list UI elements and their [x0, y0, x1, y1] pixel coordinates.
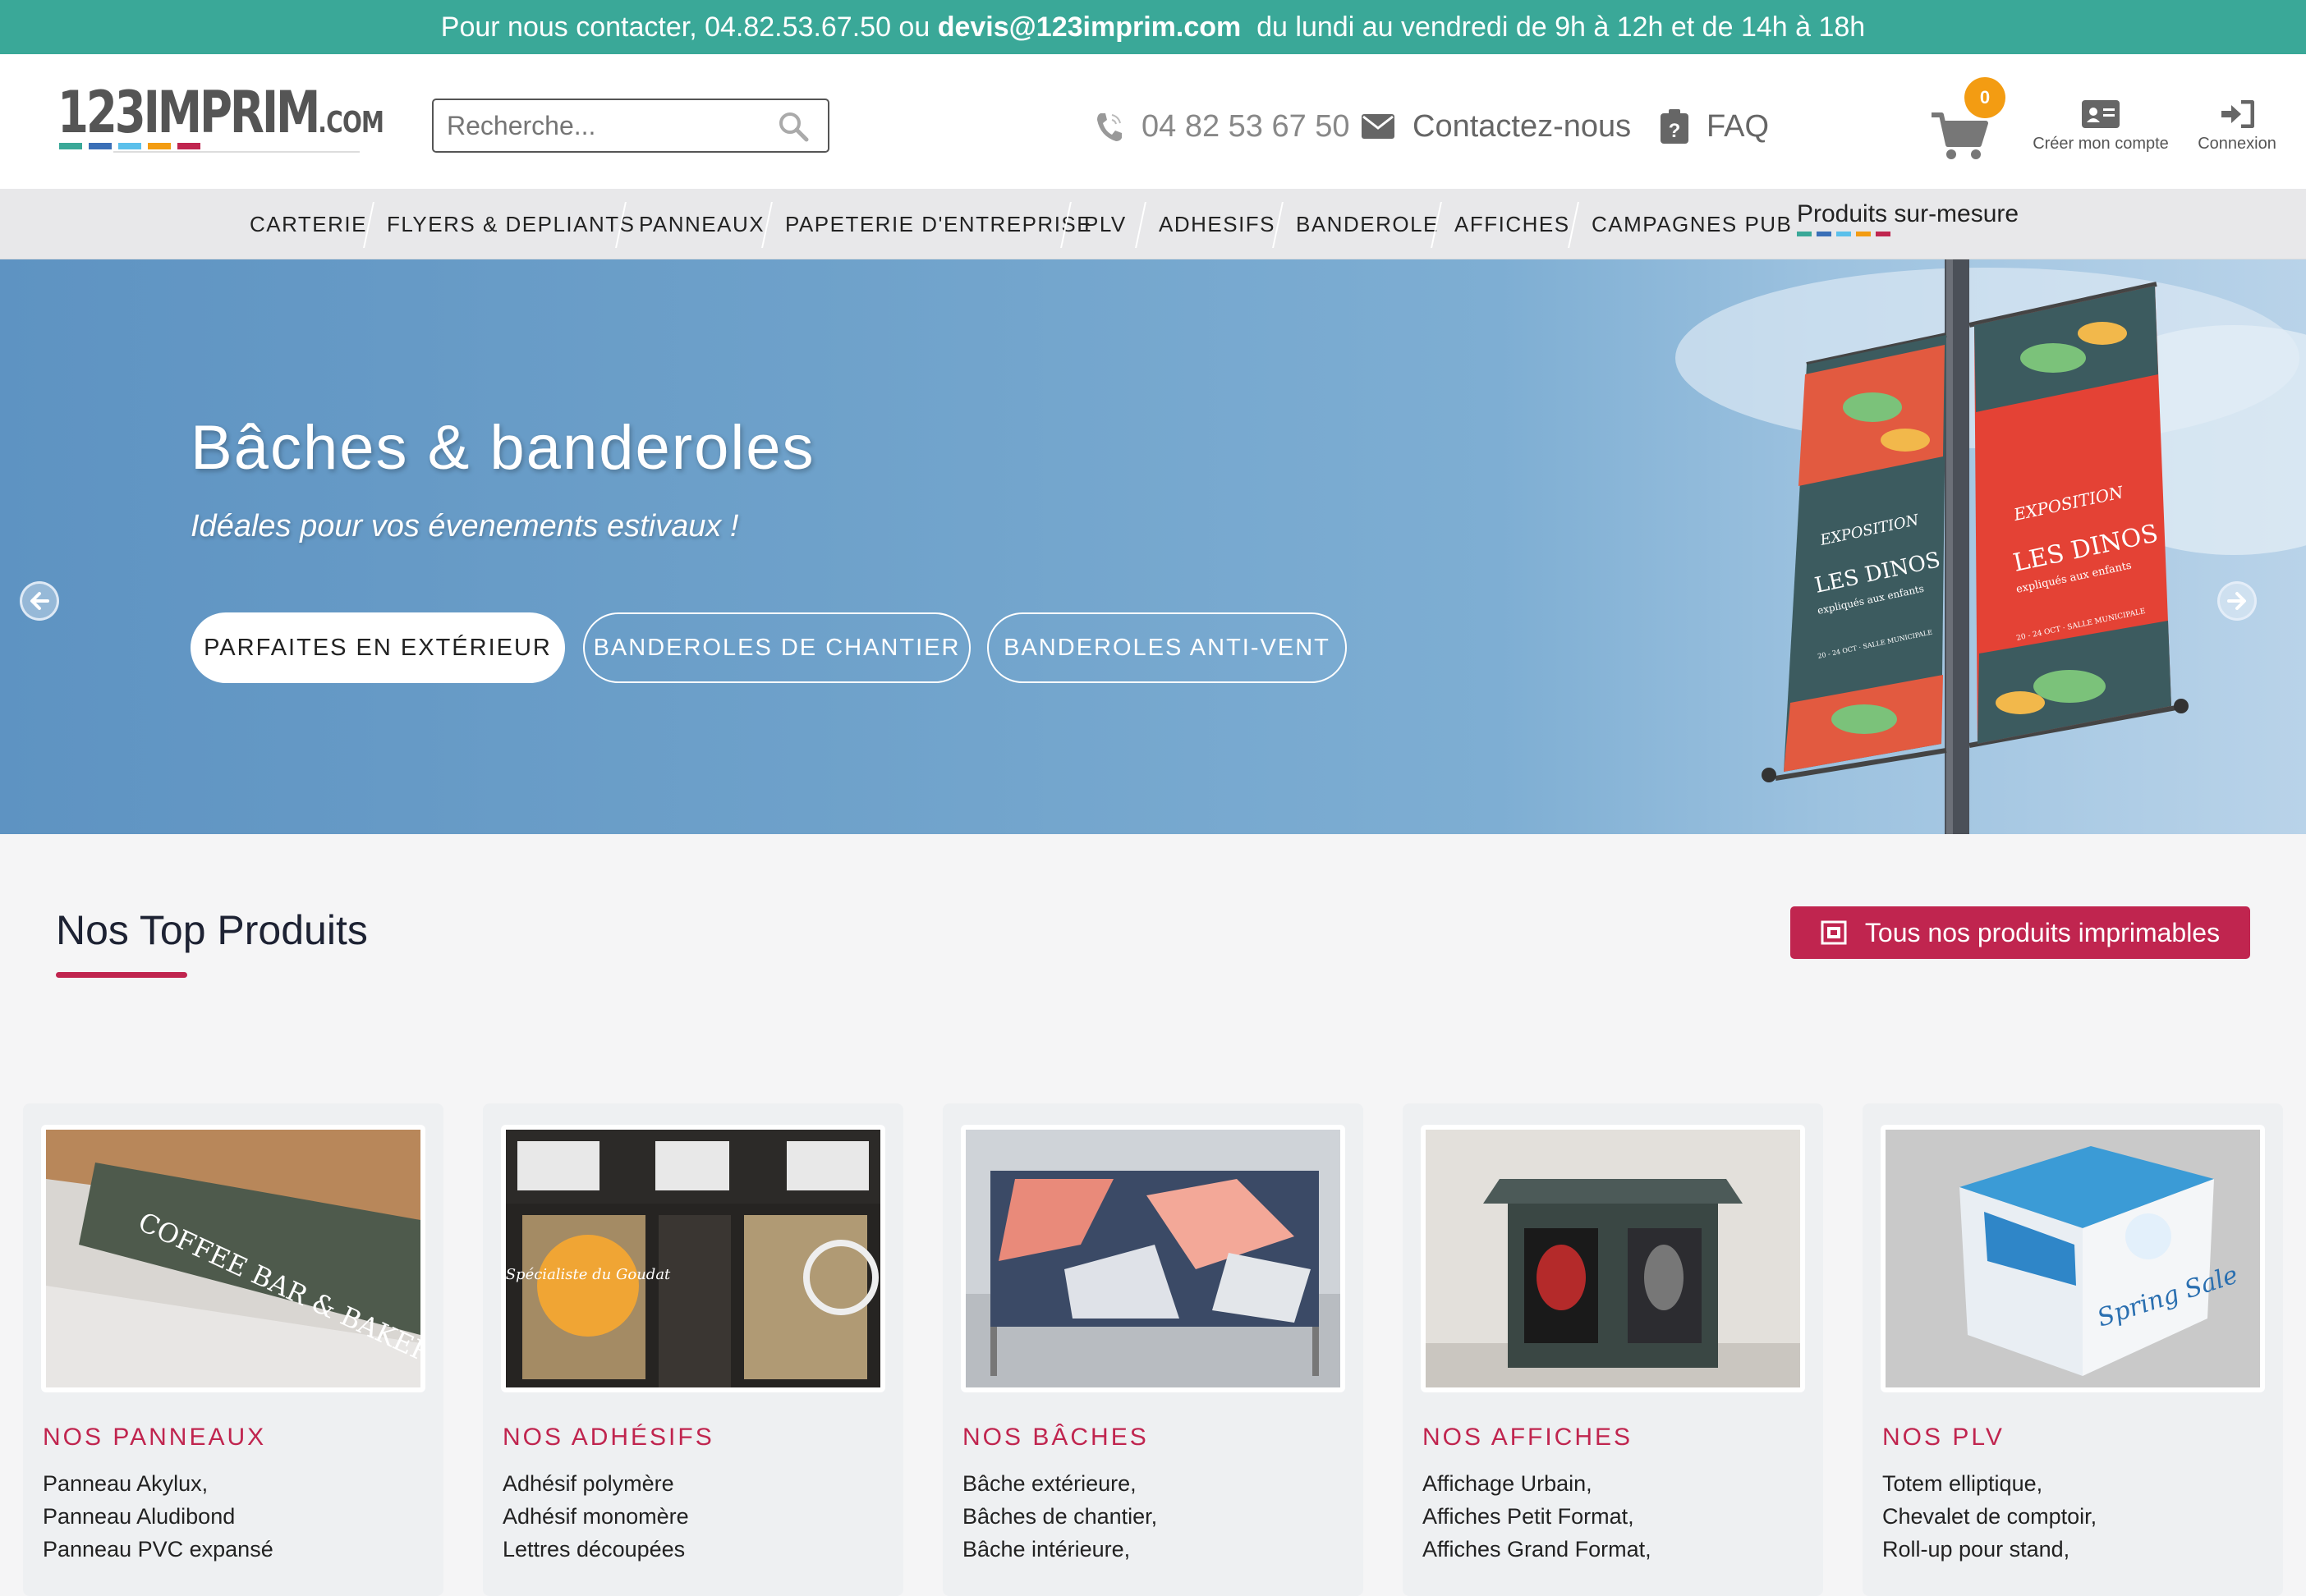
adhesif-sticker-text: Spécialiste du Goudat	[506, 1266, 671, 1283]
hero-button-exterieur[interactable]: PARFAITES EN EXTÉRIEUR	[191, 612, 565, 683]
all-products-button[interactable]: Tous nos produits imprimables	[1790, 906, 2250, 959]
header-faq-link[interactable]: ? FAQ	[1661, 103, 1769, 149]
nav-item-campagnes-pub[interactable]: CAMPAGNES PUB	[1592, 189, 1792, 259]
card-title: NOS AFFICHES	[1422, 1424, 1633, 1451]
all-products-label: Tous nos produits imprimables	[1864, 917, 2221, 947]
card-line[interactable]: Roll-up pour stand,	[1882, 1537, 2069, 1562]
hero-banner-image: EXPOSITION LES DINOS expliqués aux enfan…	[1675, 259, 2306, 834]
product-card-adhesifs[interactable]: Spécialiste du Goudat NOS ADHÉSIFS Adhés…	[483, 1103, 903, 1596]
card-line[interactable]: Panneau Akylux,	[43, 1471, 208, 1497]
header-contact-link[interactable]: Contactez-nous	[1362, 103, 1631, 149]
envelope-icon	[1362, 114, 1394, 139]
arrow-left-icon	[30, 592, 49, 610]
hero-button-chantier[interactable]: BANDEROLES DE CHANTIER	[583, 612, 971, 683]
header-faq-text: FAQ	[1707, 108, 1770, 144]
card-title: NOS BÂCHES	[962, 1424, 1149, 1451]
nav-item-adhesifs[interactable]: ADHESIFS	[1159, 189, 1275, 259]
id-card-icon	[2082, 100, 2120, 128]
topbar-prefix: Pour nous contacter, 04.82.53.67.50 ou	[440, 11, 938, 43]
products-icon	[1821, 920, 1847, 945]
hero-button-anti-vent[interactable]: BANDEROLES ANTI-VENT	[987, 612, 1347, 683]
product-card-affiches[interactable]: NOS AFFICHES Affichage Urbain, Affiches …	[1403, 1103, 1823, 1596]
search-input[interactable]	[434, 110, 762, 141]
card-line[interactable]: Panneau Aludibond	[43, 1504, 235, 1530]
topbar-hours: du lundi au vendredi de 9h à 12h et de 1…	[1241, 11, 1866, 43]
nav-item-affiches[interactable]: AFFICHES	[1454, 189, 1570, 259]
card-line[interactable]: Affiches Petit Format,	[1422, 1504, 1634, 1530]
card-title: NOS PLV	[1882, 1424, 2005, 1451]
nav-item-papeterie[interactable]: PAPETERIE D'ENTREPRISE	[785, 189, 1092, 259]
card-line[interactable]: Totem elliptique,	[1882, 1471, 2042, 1497]
baches-image	[966, 1130, 1340, 1387]
hero-slider: EXPOSITION LES DINOS expliqués aux enfan…	[0, 259, 2306, 834]
hero-subtitle: Idéales pour vos évenements estivaux !	[191, 509, 739, 543]
logo-suffix-text: .COM	[318, 106, 384, 140]
create-account-link[interactable]: Créer mon compte	[2027, 100, 2175, 154]
arrow-right-icon	[2227, 592, 2246, 610]
logo-color-bars	[59, 143, 200, 149]
logo-main-text: 123IMPRIM	[57, 79, 320, 146]
product-card-panneaux[interactable]: COFFEE BAR & BAKERY NOS PANNEAUX Panneau…	[23, 1103, 443, 1596]
nav-item-flyers[interactable]: FLYERS & DEPLIANTS	[387, 189, 636, 259]
slider-prev-arrow[interactable]	[20, 581, 59, 621]
contact-topbar: Pour nous contacter, 04.82.53.67.50 ou d…	[0, 0, 2306, 54]
search-box	[432, 99, 829, 153]
nav-item-panneaux[interactable]: PANNEAUX	[639, 189, 765, 259]
header-phone-text: 04 82 53 67 50	[1142, 108, 1350, 144]
card-line[interactable]: Bâche extérieure,	[962, 1471, 1137, 1497]
card-title: NOS ADHÉSIFS	[503, 1424, 714, 1451]
card-line[interactable]: Affichage Urbain,	[1422, 1471, 1592, 1497]
nav-item-carterie[interactable]: CARTERIE	[250, 189, 367, 259]
site-header: 123IMPRIM.COM 04 82 53 67 50 Contactez-n…	[0, 54, 2306, 189]
card-line[interactable]: Bâches de chantier,	[962, 1504, 1157, 1530]
title-underline	[56, 972, 187, 978]
nav-item-sur-mesure[interactable]: Produits sur-mesure	[1797, 200, 2019, 228]
site-logo[interactable]: 123IMPRIM.COM	[57, 84, 384, 154]
cart-count-badge: 0	[1964, 77, 2005, 118]
card-line[interactable]: Panneau PVC expansé	[43, 1537, 273, 1562]
slider-next-arrow[interactable]	[2217, 581, 2257, 621]
svg-text:?: ?	[1669, 120, 1681, 142]
hero-title: Bâches & banderoles	[191, 413, 815, 483]
nav-item-plv[interactable]: PLV	[1084, 189, 1127, 259]
adhesifs-image: Spécialiste du Goudat	[506, 1130, 880, 1387]
login-label: Connexion	[2198, 135, 2276, 153]
card-line[interactable]: Affiches Grand Format,	[1422, 1537, 1651, 1562]
product-card-plv[interactable]: Spring Sale NOS PLV Totem elliptique, Ch…	[1863, 1103, 2283, 1596]
topbar-email-link[interactable]: devis@123imprim.com	[938, 11, 1242, 44]
card-line[interactable]: Adhésif monomère	[503, 1504, 689, 1530]
clipboard-question-icon: ?	[1661, 109, 1688, 144]
card-title: NOS PANNEAUX	[43, 1424, 267, 1451]
sign-in-icon	[2221, 100, 2254, 128]
header-contact-text: Contactez-nous	[1413, 108, 1632, 144]
top-products-title: Nos Top Produits	[56, 907, 368, 953]
main-nav: CARTERIE FLYERS & DEPLIANTS PANNEAUX PAP…	[0, 189, 2306, 259]
search-icon[interactable]	[777, 110, 810, 143]
card-line[interactable]: Bâche intérieure,	[962, 1537, 1130, 1562]
nav-item-banderole[interactable]: BANDEROLE	[1296, 189, 1439, 259]
card-line[interactable]: Adhésif polymère	[503, 1471, 674, 1497]
card-line[interactable]: Lettres découpées	[503, 1537, 685, 1562]
panneaux-image: COFFEE BAR & BAKERY	[46, 1130, 420, 1387]
sur-mesure-color-bars	[1797, 232, 1890, 236]
phone-icon	[1097, 113, 1122, 141]
create-account-label: Créer mon compte	[2033, 135, 2169, 153]
header-phone-link[interactable]: 04 82 53 67 50	[1094, 103, 1350, 149]
affiches-image	[1426, 1130, 1800, 1387]
product-card-baches[interactable]: NOS BÂCHES Bâche extérieure, Bâches de c…	[943, 1103, 1363, 1596]
card-line[interactable]: Chevalet de comptoir,	[1882, 1504, 2097, 1530]
login-link[interactable]: Connexion	[2188, 100, 2286, 154]
plv-image: Spring Sale	[1886, 1130, 2260, 1387]
